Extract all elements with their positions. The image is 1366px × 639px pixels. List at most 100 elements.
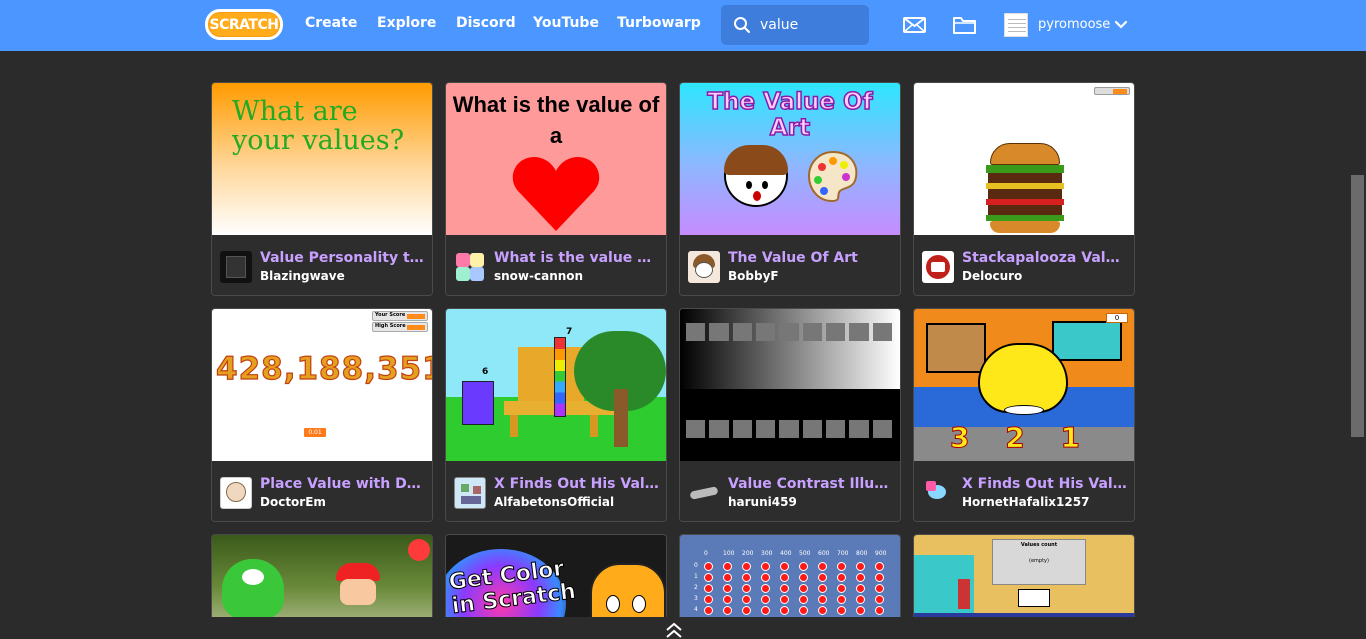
grid-dot[interactable] xyxy=(856,562,865,571)
user-avatar[interactable] xyxy=(1004,13,1028,37)
project-author[interactable]: AlfabetonsOfficial xyxy=(494,495,660,509)
project-card[interactable]: What is the value of a What is the value… xyxy=(445,82,667,296)
grid-dot[interactable] xyxy=(742,573,751,582)
project-card[interactable]: What are your values? Value Personality … xyxy=(211,82,433,296)
grid-dot[interactable] xyxy=(742,595,751,604)
project-thumbnail[interactable]: The Value Of Art xyxy=(680,83,900,235)
chevron-down-icon[interactable] xyxy=(1114,20,1128,30)
grid-dot[interactable] xyxy=(761,606,770,615)
grid-dot[interactable] xyxy=(799,606,808,615)
project-title[interactable]: X Finds Out His Value... xyxy=(494,476,660,492)
grid-dot[interactable] xyxy=(704,606,713,615)
scratch-logo[interactable]: SCRATCH xyxy=(205,9,283,40)
grid-dot[interactable] xyxy=(799,562,808,571)
grid-dot[interactable] xyxy=(780,562,789,571)
creator-avatar[interactable] xyxy=(220,477,252,509)
grid-dot[interactable] xyxy=(799,573,808,582)
grid-dot[interactable] xyxy=(742,562,751,571)
creator-avatar[interactable] xyxy=(688,477,720,509)
project-thumbnail[interactable]: What are your values? xyxy=(212,83,432,235)
grid-dot[interactable] xyxy=(704,573,713,582)
grid-dot[interactable] xyxy=(818,584,827,593)
project-title[interactable]: Place Value with Deci... xyxy=(260,476,426,492)
grid-dot[interactable] xyxy=(704,595,713,604)
project-author[interactable]: BobbyF xyxy=(728,269,894,283)
nav-explore[interactable]: Explore xyxy=(377,15,436,31)
grid-dot[interactable] xyxy=(723,584,732,593)
project-card[interactable]: Your Score High Score 428,188,351 0.01 P… xyxy=(211,308,433,522)
project-thumbnail[interactable] xyxy=(680,309,900,461)
project-card[interactable]: Stackapalooza Value ... Delocuro xyxy=(913,82,1135,296)
grid-dot[interactable] xyxy=(780,573,789,582)
my-stuff-folder-icon[interactable] xyxy=(952,14,977,36)
project-title[interactable]: What is the value of a... xyxy=(494,250,660,266)
project-title[interactable]: Value Personality test xyxy=(260,250,426,266)
creator-avatar[interactable] xyxy=(454,477,486,509)
project-thumbnail[interactable]: Your Score High Score 428,188,351 0.01 xyxy=(212,309,432,461)
grid-dot[interactable] xyxy=(761,595,770,604)
project-title[interactable]: Stackapalooza Value ... xyxy=(962,250,1128,266)
project-thumbnail[interactable]: 0 3 2 1 xyxy=(914,309,1134,461)
grid-dot[interactable] xyxy=(723,573,732,582)
grid-dot[interactable] xyxy=(856,606,865,615)
grid-dot[interactable] xyxy=(742,606,751,615)
creator-avatar[interactable] xyxy=(922,251,954,283)
project-author[interactable]: Delocuro xyxy=(962,269,1128,283)
username[interactable]: pyromoose xyxy=(1038,17,1110,32)
grid-dot[interactable] xyxy=(799,595,808,604)
creator-avatar[interactable] xyxy=(220,251,252,283)
grid-dot[interactable] xyxy=(818,606,827,615)
grid-dot[interactable] xyxy=(818,595,827,604)
project-card[interactable]: The Value Of Art The Value Of Art BobbyF xyxy=(679,82,901,296)
nav-youtube[interactable]: YouTube xyxy=(533,15,599,31)
project-thumbnail[interactable]: 6 7 xyxy=(446,309,666,461)
grid-dot[interactable] xyxy=(856,584,865,593)
grid-dot[interactable] xyxy=(761,562,770,571)
project-author[interactable]: snow-cannon xyxy=(494,269,660,283)
grid-dot[interactable] xyxy=(875,573,884,582)
grid-dot[interactable] xyxy=(723,606,732,615)
grid-dot[interactable] xyxy=(875,584,884,593)
grid-dot[interactable] xyxy=(704,562,713,571)
grid-dot[interactable] xyxy=(856,595,865,604)
nav-discord[interactable]: Discord xyxy=(456,15,516,31)
grid-dot[interactable] xyxy=(780,606,789,615)
project-thumbnail[interactable]: What is the value of a xyxy=(446,83,666,235)
project-thumbnail[interactable] xyxy=(914,83,1134,235)
project-author[interactable]: DoctorEm xyxy=(260,495,426,509)
messages-icon[interactable] xyxy=(902,14,927,36)
grid-dot[interactable] xyxy=(837,595,846,604)
grid-dot[interactable] xyxy=(818,573,827,582)
grid-dot[interactable] xyxy=(837,562,846,571)
grid-dot[interactable] xyxy=(780,595,789,604)
project-card[interactable]: Value Contrast Illusion haruni459 xyxy=(679,308,901,522)
project-author[interactable]: haruni459 xyxy=(728,495,894,509)
project-title[interactable]: X Finds Out His Value xyxy=(962,476,1128,492)
project-card[interactable]: 0 3 2 1 X Finds Out His Value HornetHafa… xyxy=(913,308,1135,522)
grid-dot[interactable] xyxy=(761,573,770,582)
grid-dot[interactable] xyxy=(875,595,884,604)
grid-dot[interactable] xyxy=(780,584,789,593)
nav-turbowarp[interactable]: Turbowarp xyxy=(617,15,701,31)
grid-dot[interactable] xyxy=(799,584,808,593)
search-input[interactable] xyxy=(760,14,860,36)
creator-avatar[interactable] xyxy=(688,251,720,283)
grid-dot[interactable] xyxy=(742,584,751,593)
chevron-up-icon[interactable] xyxy=(664,621,684,639)
grid-dot[interactable] xyxy=(875,606,884,615)
grid-dot[interactable] xyxy=(704,584,713,593)
grid-dot[interactable] xyxy=(837,606,846,615)
project-author[interactable]: HornetHafalix1257 xyxy=(962,495,1128,509)
grid-dot[interactable] xyxy=(723,595,732,604)
nav-create[interactable]: Create xyxy=(305,15,357,31)
grid-dot[interactable] xyxy=(837,584,846,593)
grid-dot[interactable] xyxy=(875,562,884,571)
grid-dot[interactable] xyxy=(856,573,865,582)
grid-dot[interactable] xyxy=(761,584,770,593)
creator-avatar[interactable] xyxy=(454,251,486,283)
grid-dot[interactable] xyxy=(723,562,732,571)
grid-dot[interactable] xyxy=(818,562,827,571)
scrollbar-thumb[interactable] xyxy=(1351,175,1364,437)
project-title[interactable]: The Value Of Art xyxy=(728,250,894,266)
project-author[interactable]: Blazingwave xyxy=(260,269,426,283)
